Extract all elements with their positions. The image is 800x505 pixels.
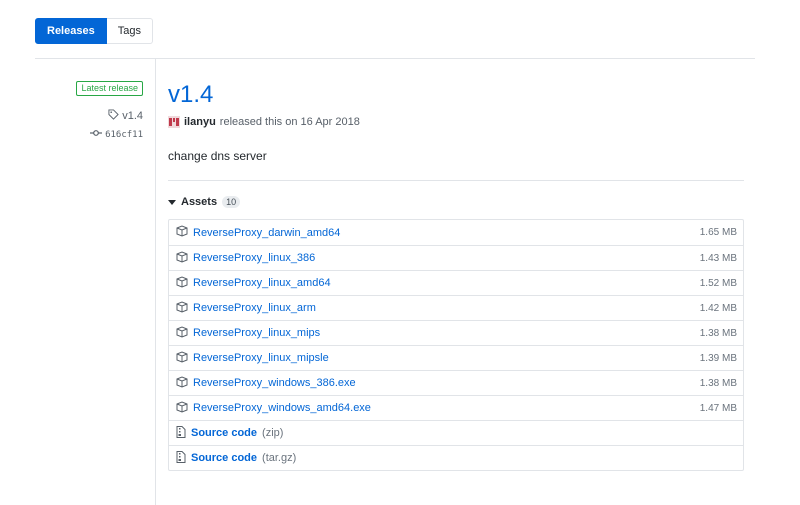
asset-link[interactable]: ReverseProxy_linux_mipsle <box>176 350 329 366</box>
asset-link[interactable]: ReverseProxy_darwin_amd64 <box>176 225 340 240</box>
asset-row: ReverseProxy_linux_amd64 1.52 MB <box>169 270 743 295</box>
commit-icon <box>90 129 103 140</box>
asset-size: 1.38 MB <box>699 327 737 339</box>
asset-name: ReverseProxy_linux_amd64 <box>193 277 331 289</box>
release-title[interactable]: v1.4 <box>168 78 744 112</box>
asset-name: ReverseProxy_linux_mipsle <box>193 352 329 364</box>
asset-row: ReverseProxy_windows_amd64.exe 1.47 MB <box>169 395 743 420</box>
package-icon <box>176 350 188 366</box>
package-icon <box>176 275 188 291</box>
source-code-label: Source code <box>191 452 258 464</box>
asset-link[interactable]: ReverseProxy_windows_amd64.exe <box>176 400 371 416</box>
latest-release-badge: Latest release <box>76 81 143 96</box>
sidebar-tag[interactable]: v1.4 <box>35 109 143 123</box>
release-sidebar: Latest release v1.4 616cf11 <box>35 78 143 140</box>
asset-size: 1.42 MB <box>699 302 737 314</box>
release-notes: change dns server <box>168 149 267 163</box>
sidebar-tag-label: v1.4 <box>122 110 143 122</box>
release-main: v1.4 ilanyu released this on 16 Apr 2018… <box>168 78 744 471</box>
caret-down-icon <box>168 199 176 205</box>
sidebar-commit[interactable]: 616cf11 <box>35 129 143 140</box>
asset-name: ReverseProxy_linux_386 <box>193 252 316 264</box>
asset-link[interactable]: ReverseProxy_linux_386 <box>176 250 316 266</box>
package-icon <box>176 225 188 240</box>
sidebar-commit-sha: 616cf11 <box>105 129 143 140</box>
tab-releases[interactable]: Releases <box>35 18 107 44</box>
asset-row: ReverseProxy_windows_386.exe 1.38 MB <box>169 370 743 395</box>
asset-size: 1.65 MB <box>699 227 737 238</box>
source-targz-link[interactable]: Source code (tar.gz) <box>176 450 297 466</box>
asset-link[interactable]: ReverseProxy_linux_amd64 <box>176 275 331 291</box>
asset-size: 1.38 MB <box>699 377 737 389</box>
release-tabs: Releases Tags <box>35 18 153 44</box>
divider-assets <box>168 180 744 181</box>
file-zip-icon <box>176 450 186 466</box>
package-icon <box>176 250 188 266</box>
release-date-text: released this on 16 Apr 2018 <box>219 116 360 128</box>
avatar[interactable] <box>168 116 180 128</box>
tag-icon <box>108 109 119 123</box>
asset-list: ReverseProxy_darwin_amd64 1.65 MB Revers… <box>168 219 744 471</box>
asset-link[interactable]: ReverseProxy_windows_386.exe <box>176 375 356 391</box>
package-icon <box>176 300 188 316</box>
asset-link[interactable]: ReverseProxy_linux_arm <box>176 300 316 316</box>
asset-row: ReverseProxy_darwin_amd64 1.65 MB <box>169 220 743 245</box>
assets-heading: Assets <box>181 196 218 208</box>
assets-toggle[interactable]: Assets 10 <box>168 196 744 208</box>
source-row: Source code (zip) <box>169 420 743 445</box>
package-icon <box>176 400 188 416</box>
asset-row: ReverseProxy_linux_mips 1.38 MB <box>169 320 743 345</box>
package-icon <box>176 325 188 341</box>
source-format: (zip) <box>262 427 284 439</box>
release-author[interactable]: ilanyu <box>184 116 216 128</box>
tab-tags[interactable]: Tags <box>106 18 153 44</box>
asset-link[interactable]: ReverseProxy_linux_mips <box>176 325 321 341</box>
asset-size: 1.47 MB <box>699 402 737 414</box>
asset-size: 1.39 MB <box>699 352 737 364</box>
asset-name: ReverseProxy_darwin_amd64 <box>193 226 341 239</box>
file-zip-icon <box>176 425 186 441</box>
package-icon <box>176 375 188 391</box>
divider-top <box>35 58 755 59</box>
source-row: Source code (tar.gz) <box>169 445 743 470</box>
divider-vertical <box>155 59 156 505</box>
asset-name: ReverseProxy_windows_amd64.exe <box>193 402 371 414</box>
asset-row: ReverseProxy_linux_mipsle 1.39 MB <box>169 345 743 370</box>
asset-name: ReverseProxy_linux_mips <box>193 327 321 339</box>
asset-size: 1.52 MB <box>699 277 737 289</box>
asset-size: 1.43 MB <box>699 252 737 264</box>
source-code-label: Source code <box>191 427 258 439</box>
assets-count-badge: 10 <box>222 196 241 208</box>
asset-name: ReverseProxy_linux_arm <box>193 302 316 314</box>
asset-row: ReverseProxy_linux_386 1.43 MB <box>169 245 743 270</box>
asset-name: ReverseProxy_windows_386.exe <box>193 377 356 389</box>
asset-row: ReverseProxy_linux_arm 1.42 MB <box>169 295 743 320</box>
release-meta: ilanyu released this on 16 Apr 2018 <box>168 116 744 128</box>
source-format: (tar.gz) <box>262 452 297 464</box>
source-zip-link[interactable]: Source code (zip) <box>176 425 284 441</box>
